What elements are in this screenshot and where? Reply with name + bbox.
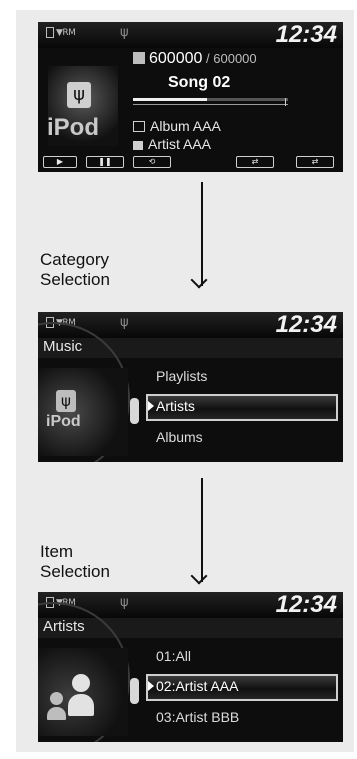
down-arrow (190, 478, 214, 588)
wheel-knob (130, 398, 139, 424)
album-icon (133, 121, 145, 132)
repeat-button[interactable]: ⟲ (133, 156, 171, 168)
shuffle-button[interactable]: ⇄ (236, 156, 274, 168)
now-playing-screen: ▼RM ψ 12:34 600000 / 600000 Song 02 ψ iP… (38, 22, 343, 172)
song-title: Song 02 (168, 74, 231, 91)
play-button[interactable]: ▶ (43, 156, 77, 168)
progress-tick (285, 98, 286, 106)
shuffle-all-button[interactable]: ⇄ (296, 156, 334, 168)
clock: 12:34 (275, 312, 337, 338)
progress-bar (133, 98, 288, 101)
track-counter-row: 600000 / 600000 (133, 50, 257, 68)
menu-item-playlists[interactable]: Playlists (156, 368, 207, 384)
ipod-logo: iPod (47, 114, 99, 141)
clock: 12:34 (275, 22, 337, 48)
usb-glyph-icon: ψ (67, 82, 91, 108)
pause-button[interactable]: ❚❚ (86, 156, 124, 168)
usb-icon: ψ (120, 595, 129, 610)
album-name: Album AAA (150, 118, 221, 134)
track-number-icon (133, 52, 145, 64)
wheel-knob (130, 678, 139, 704)
progress-fill (133, 98, 208, 101)
item-selection-screen: ▼RM ψ 12:34 Artists 01:All 02:Artist AAA… (38, 592, 343, 742)
selection-pointer-icon (148, 681, 154, 691)
step-label-category: Category Selection (40, 250, 110, 289)
menu-item-artist-bbb[interactable]: 03:Artist BBB (156, 709, 239, 725)
selection-pointer-icon (148, 401, 154, 411)
menu-item-albums[interactable]: Albums (156, 429, 203, 445)
artist-row: Artist AAA (133, 136, 211, 152)
person-group-icon (46, 674, 106, 722)
down-arrow (190, 182, 214, 292)
signal-indicator: ▼RM (46, 27, 76, 38)
usb-glyph-icon: ψ (56, 390, 76, 412)
usb-icon: ψ (120, 25, 129, 40)
menu-item-artists[interactable]: Artists (156, 398, 195, 414)
track-total: 600000 (213, 51, 257, 66)
ipod-art (38, 368, 128, 456)
track-separator: / (206, 51, 210, 66)
usb-icon: ψ (120, 315, 129, 330)
clock: 12:34 (275, 592, 337, 618)
category-selection-screen: ▼RM ψ 12:34 Music ψ iPod Playlists Artis… (38, 312, 343, 462)
menu-item-artist-aaa[interactable]: 02:Artist AAA (156, 678, 238, 694)
step-label-item: Item Selection (40, 542, 110, 581)
album-row: Album AAA (133, 118, 221, 134)
track-counter: 600000 (149, 50, 203, 67)
ipod-logo: iPod (46, 413, 81, 430)
artist-icon (133, 141, 143, 150)
menu-item-all[interactable]: 01:All (156, 648, 191, 664)
artist-name: Artist AAA (148, 136, 212, 152)
progress-track (133, 104, 288, 105)
